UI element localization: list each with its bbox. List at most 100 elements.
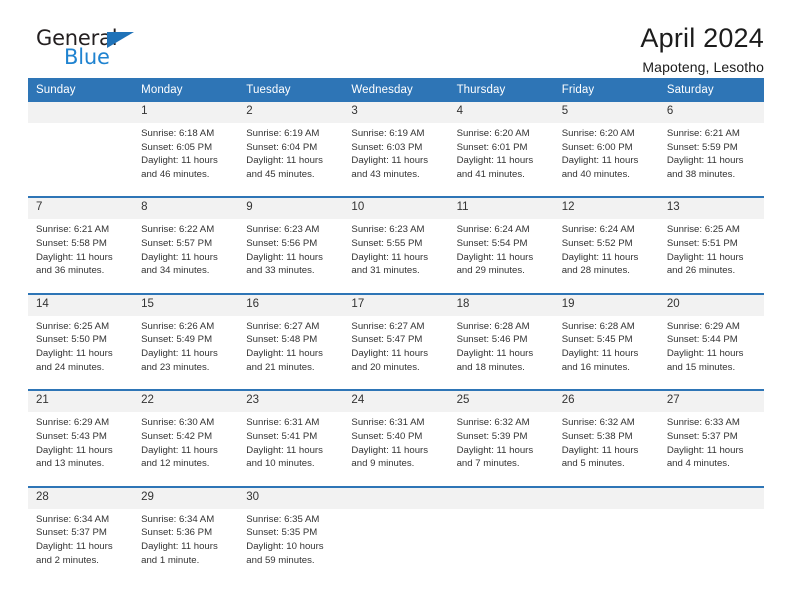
day-number-18[interactable]: 18 xyxy=(448,294,554,316)
day-number-30[interactable]: 30 xyxy=(238,487,344,509)
day-cell-12[interactable]: Sunrise: 6:24 AM Sunset: 5:52 PM Daylight:… xyxy=(553,219,659,286)
day-number-11[interactable]: 11 xyxy=(448,198,554,220)
day-cell-27[interactable]: Sunrise: 6:33 AM Sunset: 5:37 PM Daylight:… xyxy=(658,412,764,479)
day-detail-line: Sunset: 5:59 PM xyxy=(666,141,738,153)
day-cell-23[interactable]: Sunrise: 6:31 AM Sunset: 5:41 PM Daylight:… xyxy=(238,412,344,479)
day-cell-9[interactable]: Sunrise: 6:23 AM Sunset: 5:56 PM Daylight:… xyxy=(238,219,344,286)
day-detail-line: Daylight: 11 hours xyxy=(141,155,218,167)
day-number-13[interactable]: 13 xyxy=(658,198,764,220)
day-detail-line: Sunrise: 6:28 AM xyxy=(456,320,530,332)
day-number-26[interactable]: 26 xyxy=(553,391,659,413)
day-detail-line: and 24 minutes. xyxy=(36,361,105,373)
day-detail-line: and 7 minutes. xyxy=(456,458,520,470)
day-cell-18[interactable]: Sunrise: 6:28 AM Sunset: 5:46 PM Daylight:… xyxy=(448,315,554,383)
day-number-23[interactable]: 23 xyxy=(238,391,344,413)
day-number-29[interactable]: 29 xyxy=(133,487,239,509)
day-cell-28[interactable]: Sunrise: 6:34 AM Sunset: 5:37 PM Daylight:… xyxy=(28,508,134,576)
day-number-12[interactable]: 12 xyxy=(553,198,659,220)
day-cell-15[interactable]: Sunrise: 6:26 AM Sunset: 5:49 PM Daylight:… xyxy=(133,315,239,383)
day-detail-line: Sunrise: 6:18 AM xyxy=(141,128,215,139)
weekday-header-saturday: Saturday xyxy=(658,78,764,102)
day-number-row: 7 8 9 10 11 12 13 xyxy=(28,198,764,220)
day-number-3[interactable]: 3 xyxy=(343,102,449,123)
day-cell-20[interactable]: Sunrise: 6:29 AM Sunset: 5:44 PM Daylight:… xyxy=(658,315,764,383)
day-cell-26[interactable]: Sunrise: 6:32 AM Sunset: 5:38 PM Daylight:… xyxy=(553,412,659,479)
day-cell-5[interactable]: Sunrise: 6:20 AM Sunset: 6:00 PM Daylight:… xyxy=(553,123,659,190)
day-cell-2[interactable]: Sunrise: 6:19 AM Sunset: 6:04 PM Daylight:… xyxy=(238,123,344,190)
day-detail-line: Daylight: 11 hours xyxy=(141,348,218,360)
day-cell-8[interactable]: Sunrise: 6:22 AM Sunset: 5:57 PM Daylight:… xyxy=(133,219,239,286)
day-cell-empty xyxy=(553,508,659,576)
day-number-21[interactable]: 21 xyxy=(28,391,134,413)
day-cell-24[interactable]: Sunrise: 6:31 AM Sunset: 5:40 PM Daylight:… xyxy=(343,412,449,479)
day-number-19[interactable]: 19 xyxy=(553,294,659,316)
day-detail-line: Sunrise: 6:31 AM xyxy=(351,417,425,429)
day-number-24[interactable]: 24 xyxy=(343,391,449,413)
day-number-1[interactable]: 1 xyxy=(133,102,239,123)
day-number-5[interactable]: 5 xyxy=(553,102,659,123)
day-number-14[interactable]: 14 xyxy=(28,294,134,316)
day-detail-row: Sunrise: 6:21 AM Sunset: 5:58 PM Daylight:… xyxy=(28,219,764,286)
day-detail-line: and 20 minutes. xyxy=(351,361,420,373)
day-number-9[interactable]: 9 xyxy=(238,198,344,220)
day-number-empty xyxy=(658,487,764,509)
day-detail-line: and 5 minutes. xyxy=(561,458,625,470)
day-detail-line: Daylight: 11 hours xyxy=(456,348,534,360)
day-number-10[interactable]: 10 xyxy=(343,198,449,220)
day-cell-empty xyxy=(448,508,554,576)
day-number-6[interactable]: 6 xyxy=(658,102,764,123)
day-detail-line: and 15 minutes. xyxy=(666,361,736,373)
day-cell-3[interactable]: Sunrise: 6:19 AM Sunset: 6:03 PM Daylight:… xyxy=(343,123,449,190)
day-number-4[interactable]: 4 xyxy=(448,102,554,123)
day-detail-line: Daylight: 11 hours xyxy=(561,348,639,360)
day-cell-29[interactable]: Sunrise: 6:34 AM Sunset: 5:36 PM Daylight:… xyxy=(133,508,239,576)
day-cell-4[interactable]: Sunrise: 6:20 AM Sunset: 6:01 PM Daylight:… xyxy=(448,123,554,190)
day-number-empty xyxy=(448,487,554,509)
calendar-grid: Sunday Monday Tuesday Wednesday Thursday Frid… xyxy=(28,78,764,576)
day-detail-line: Sunrise: 6:34 AM xyxy=(141,513,215,525)
day-detail-line: Sunrise: 6:34 AM xyxy=(36,513,110,525)
day-cell-10[interactable]: Sunrise: 6:23 AM Sunset: 5:55 PM Daylight:… xyxy=(343,219,449,286)
day-detail-line: Sunrise: 6:24 AM xyxy=(561,224,635,236)
day-detail-line: Sunset: 5:56 PM xyxy=(246,238,318,250)
day-detail-line: Sunset: 5:47 PM xyxy=(351,334,423,346)
day-detail-line: and 4 minutes. xyxy=(666,458,730,470)
day-cell-25[interactable]: Sunrise: 6:32 AM Sunset: 5:39 PM Daylight:… xyxy=(448,412,554,479)
day-cell-13[interactable]: Sunrise: 6:25 AM Sunset: 5:51 PM Daylight:… xyxy=(658,219,764,286)
day-cell-1[interactable]: Sunrise: 6:18 AM Sunset: 6:05 PM Daylight:… xyxy=(133,123,239,190)
day-cell-16[interactable]: Sunrise: 6:27 AM Sunset: 5:48 PM Daylight:… xyxy=(238,315,344,383)
day-detail-line: Sunrise: 6:32 AM xyxy=(561,417,635,429)
day-detail-line: Daylight: 11 hours xyxy=(456,155,534,167)
day-number-8[interactable]: 8 xyxy=(133,198,239,220)
weekday-header-monday: Monday xyxy=(133,78,239,102)
week-gap-cell xyxy=(28,382,764,390)
day-detail-line: Sunrise: 6:19 AM xyxy=(351,128,425,139)
day-cell-21[interactable]: Sunrise: 6:29 AM Sunset: 5:43 PM Daylight:… xyxy=(28,412,134,479)
day-number-16[interactable]: 16 xyxy=(238,294,344,316)
day-cell-30[interactable]: Sunrise: 6:35 AM Sunset: 5:35 PM Daylight:… xyxy=(238,508,344,576)
day-number-22[interactable]: 22 xyxy=(133,391,239,413)
day-detail-line: and 43 minutes. xyxy=(351,168,420,180)
day-number-27[interactable]: 27 xyxy=(658,391,764,413)
day-number-20[interactable]: 20 xyxy=(658,294,764,316)
day-cell-6[interactable]: Sunrise: 6:21 AM Sunset: 5:59 PM Daylight:… xyxy=(658,123,764,190)
week-gap xyxy=(28,382,764,390)
day-detail-line: Daylight: 11 hours xyxy=(141,444,218,456)
day-cell-14[interactable]: Sunrise: 6:25 AM Sunset: 5:50 PM Daylight:… xyxy=(28,315,134,383)
day-detail-line: Sunrise: 6:31 AM xyxy=(246,417,320,429)
day-cell-22[interactable]: Sunrise: 6:30 AM Sunset: 5:42 PM Daylight:… xyxy=(133,412,239,479)
day-cell-19[interactable]: Sunrise: 6:28 AM Sunset: 5:45 PM Daylight:… xyxy=(553,315,659,383)
day-detail-line: Daylight: 11 hours xyxy=(246,251,323,263)
day-number-17[interactable]: 17 xyxy=(343,294,449,316)
day-number-7[interactable]: 7 xyxy=(28,198,134,220)
day-cell-17[interactable]: Sunrise: 6:27 AM Sunset: 5:47 PM Daylight:… xyxy=(343,315,449,383)
day-number-25[interactable]: 25 xyxy=(448,391,554,413)
day-cell-11[interactable]: Sunrise: 6:24 AM Sunset: 5:54 PM Daylight:… xyxy=(448,219,554,286)
day-number-2[interactable]: 2 xyxy=(238,102,344,123)
day-detail-line: and 2 minutes. xyxy=(36,554,99,566)
day-detail-line: Daylight: 11 hours xyxy=(351,348,429,360)
day-cell-7[interactable]: Sunrise: 6:21 AM Sunset: 5:58 PM Daylight:… xyxy=(28,219,134,286)
page-header: General Blue April 2024 Mapoteng, Lesoth… xyxy=(28,0,764,78)
day-number-28[interactable]: 28 xyxy=(28,487,134,509)
day-number-15[interactable]: 15 xyxy=(133,294,239,316)
